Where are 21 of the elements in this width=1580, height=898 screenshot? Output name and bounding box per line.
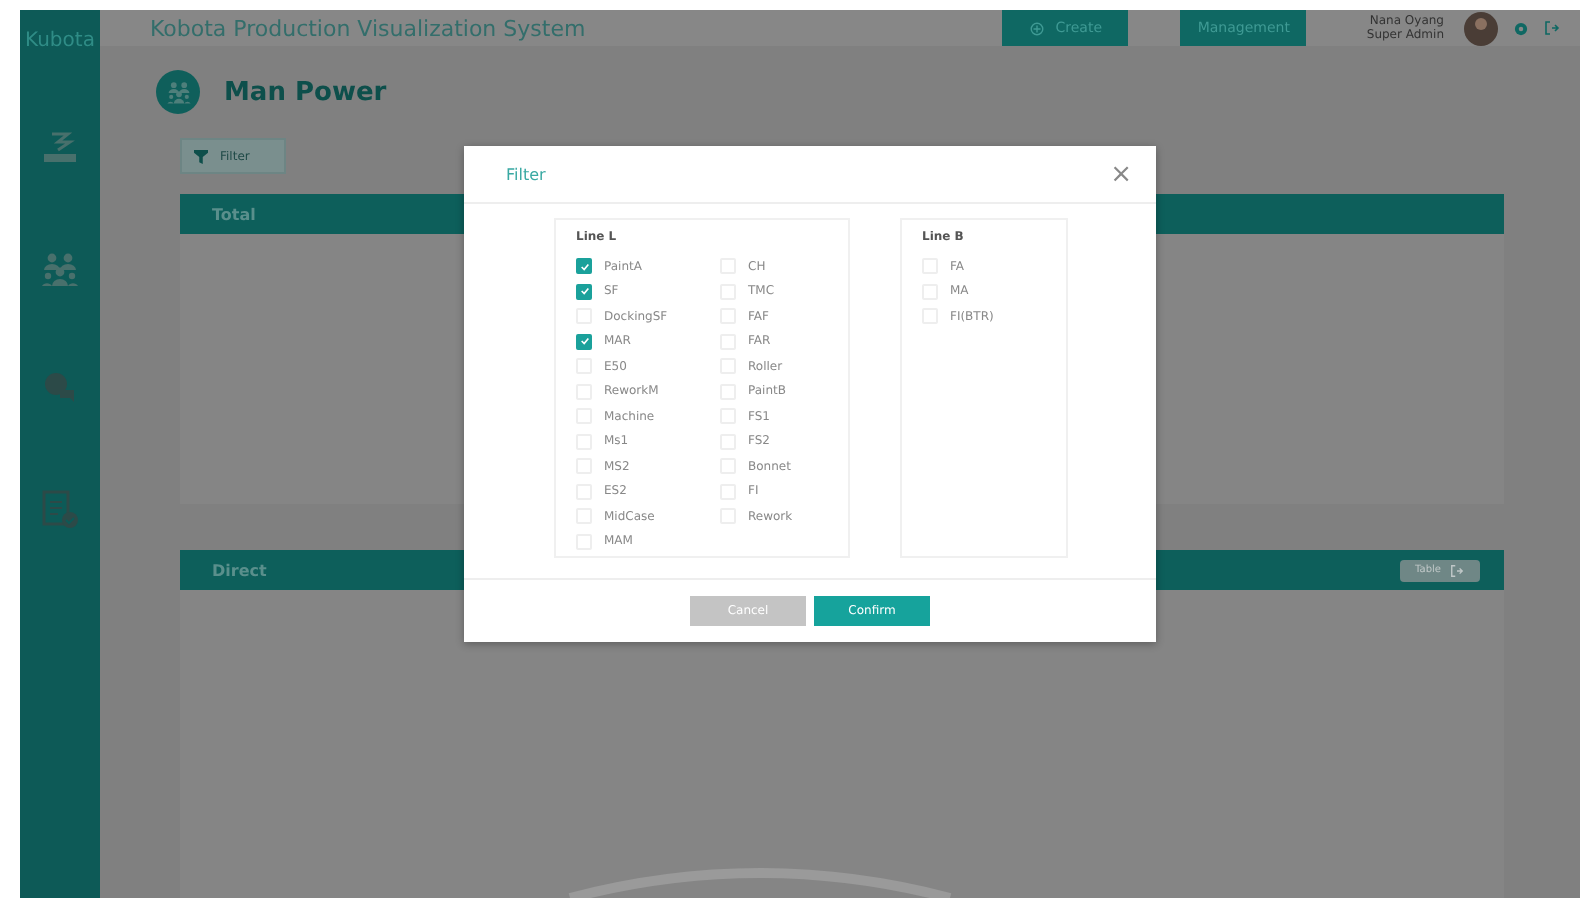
clipboard-check-icon[interactable] [40, 486, 80, 530]
avatar[interactable] [1464, 11, 1498, 45]
app-title: Kobota Production Visualization System [150, 15, 588, 41]
page-title: Man Power [224, 77, 387, 107]
logout-icon[interactable] [1544, 20, 1560, 36]
checkbox[interactable] [576, 333, 592, 350]
panel-title: Total [212, 205, 256, 223]
people-nav[interactable] [40, 250, 80, 290]
export-icon [1450, 563, 1465, 577]
settings-icon[interactable] [1514, 21, 1528, 35]
filter-icon [194, 149, 208, 163]
panel-title: Direct [212, 561, 267, 579]
plus-circle-icon [1029, 21, 1044, 35]
conveyor-icon[interactable] [42, 130, 78, 166]
dialog-title: Filter [506, 165, 546, 183]
close-button[interactable]: × [1110, 159, 1132, 189]
people-icon [165, 79, 191, 105]
people-icon [40, 250, 80, 290]
checkbox[interactable] [576, 283, 592, 300]
chat-bubbles-icon[interactable] [42, 370, 78, 406]
checkbox[interactable] [576, 258, 592, 275]
